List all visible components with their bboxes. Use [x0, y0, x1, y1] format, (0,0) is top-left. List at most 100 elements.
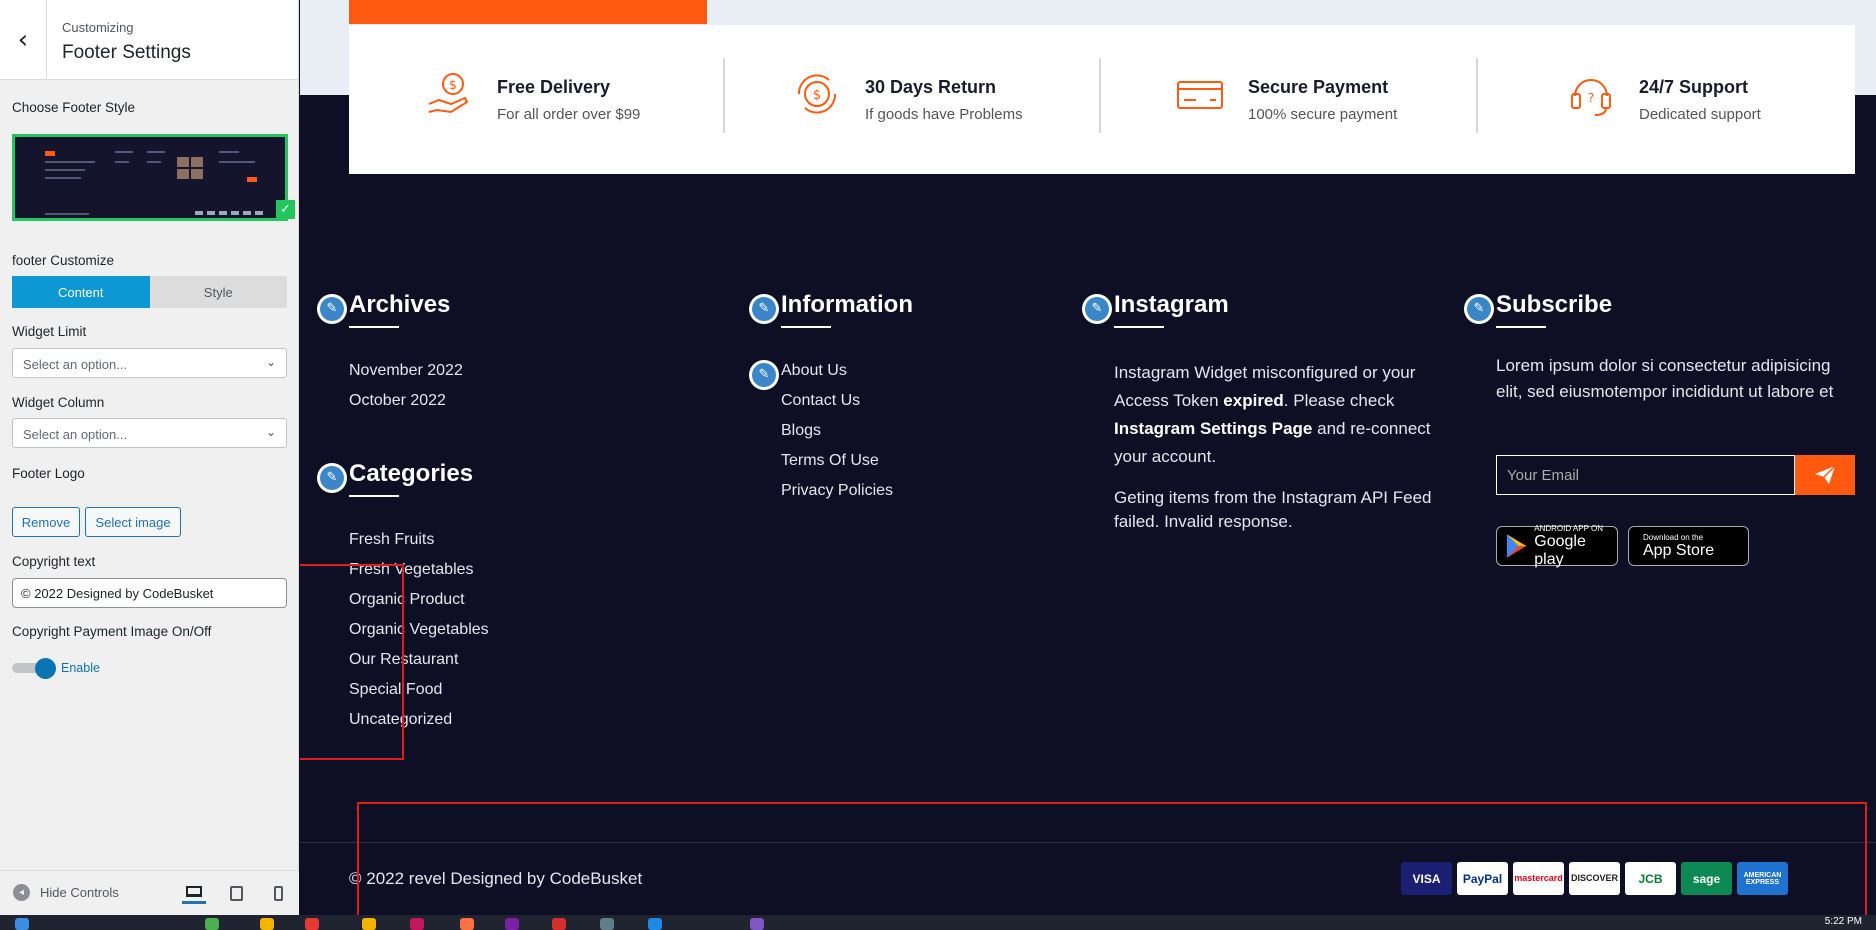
copyright-text-field[interactable]: © 2022 Designed by CodeBusket [12, 578, 287, 608]
customizer-footer: ◂ Hide Controls [0, 870, 299, 915]
copyright-label: Copyright text [12, 554, 96, 569]
edit-shortcut-information[interactable]: ✎ [749, 294, 779, 324]
info-link[interactable]: About Us [781, 362, 847, 380]
edit-shortcut-menu[interactable]: ✎ [749, 360, 779, 390]
instagram-settings-link[interactable]: Instagram Settings Page [1114, 419, 1312, 438]
pencil-icon: ✎ [320, 297, 344, 321]
desktop-preview-button[interactable] [182, 882, 206, 904]
categories-title: Categories [349, 460, 474, 487]
thumb-badge [255, 211, 263, 215]
orange-banner [349, 0, 707, 24]
taskbar-app-icon[interactable] [305, 918, 319, 930]
widget-limit-select[interactable]: Select an option... ⌄ [12, 348, 287, 378]
feature-subtitle: Dedicated support [1639, 106, 1761, 123]
thumb-photo [191, 157, 203, 167]
tablet-preview-button[interactable] [224, 882, 248, 904]
taskbar-app-icon[interactable] [600, 918, 614, 930]
taskbar-app-icon[interactable] [362, 918, 376, 930]
chevron-down-icon: ⌄ [265, 425, 276, 439]
headset-icon: ? [1571, 79, 1611, 116]
google-play-button[interactable]: ANDROID APP ON Google play [1496, 524, 1618, 568]
edit-shortcut-categories[interactable]: ✎ [317, 463, 347, 493]
tab-content[interactable]: Content [12, 276, 150, 308]
tablet-icon [229, 885, 243, 901]
select-image-button[interactable]: Select image [85, 507, 181, 537]
chevron-left-icon: ‹ [17, 25, 29, 55]
customizer-sidebar: ‹ Customizing Footer Settings Choose Foo… [0, 0, 299, 915]
instagram-msg-text: . Please check [1283, 391, 1395, 410]
pencil-icon: ✎ [1467, 297, 1491, 321]
app-store-label: App Store [1643, 541, 1715, 559]
check-icon: ✓ [276, 200, 295, 219]
info-link[interactable]: Blogs [781, 422, 821, 440]
footer-style-thumbnail[interactable] [12, 134, 288, 221]
widget-column-select[interactable]: Select an option... ⌄ [12, 418, 287, 448]
thumb-line [147, 161, 161, 163]
feature-subtitle: For all order over $99 [497, 106, 641, 123]
site-preview: $ Free Delivery For all order over $99 $… [300, 0, 1876, 915]
mobile-preview-button[interactable] [266, 882, 290, 904]
return-cycle-icon: $ [797, 74, 837, 114]
hide-controls-button[interactable]: ◂ Hide Controls [13, 884, 119, 901]
thumb-badge [231, 211, 239, 215]
payment-toggle-label: Copyright Payment Image On/Off [12, 624, 212, 639]
info-link[interactable]: Privacy Policies [781, 482, 893, 500]
thumb-line [45, 213, 89, 215]
footer-customize-label: footer Customize [12, 253, 115, 268]
feature-divider [1099, 58, 1101, 133]
feature-title: 30 Days Return [865, 77, 997, 97]
title-underline [349, 326, 399, 328]
feature-title: 24/7 Support [1639, 77, 1749, 97]
edit-shortcut-subscribe[interactable]: ✎ [1464, 294, 1494, 324]
thumb-badge [207, 211, 215, 215]
highlight-box [300, 564, 404, 760]
thumb-badge [195, 211, 203, 215]
taskbar-app-icon[interactable] [260, 918, 274, 930]
feature-subtitle: 100% secure payment [1248, 106, 1398, 123]
choose-style-label: Choose Footer Style [12, 100, 136, 115]
widget-column-value: Select an option... [23, 427, 128, 442]
app-store-caption: Download on the [1643, 532, 1704, 542]
subscribe-text: Lorem ipsum dolor si consectetur adipisi… [1496, 356, 1834, 401]
instagram-error-message: Instagram Widget misconfigured or your A… [1114, 359, 1454, 471]
info-link[interactable]: Contact Us [781, 392, 860, 410]
info-link[interactable]: Terms Of Use [781, 452, 879, 470]
thumb-photo [177, 169, 189, 179]
title-underline [1496, 326, 1546, 328]
start-icon[interactable] [15, 918, 29, 930]
back-button[interactable]: ‹ [0, 0, 47, 80]
taskbar-app-icon[interactable] [460, 918, 474, 930]
thumb-line [45, 161, 95, 163]
subscribe-send-button[interactable] [1795, 455, 1855, 495]
archive-link[interactable]: November 2022 [349, 362, 463, 380]
pencil-icon: ✎ [752, 297, 776, 321]
feature-divider [723, 58, 725, 133]
svg-text:?: ? [1588, 91, 1594, 105]
remove-button[interactable]: Remove [12, 507, 80, 537]
collapse-icon: ◂ [13, 884, 30, 901]
paper-plane-icon [1815, 465, 1836, 484]
taskbar-app-icon[interactable] [410, 918, 424, 930]
delivery-hand-icon: $ [428, 73, 469, 114]
thumb-line [219, 161, 255, 163]
taskbar-app-icon[interactable] [505, 918, 519, 930]
app-store-button[interactable]: Download on the App Store [1628, 526, 1749, 566]
taskbar-app-icon[interactable] [648, 918, 662, 930]
customize-tabs: Content Style [12, 276, 287, 308]
category-link[interactable]: Fresh Fruits [349, 531, 434, 549]
taskbar-app-icon[interactable] [205, 918, 219, 930]
svg-text:$: $ [449, 78, 457, 92]
breadcrumb: Customizing [62, 20, 134, 35]
thumb-photo [191, 169, 203, 179]
toggle-knob [35, 658, 56, 679]
os-taskbar: 5:22 PM [0, 915, 1876, 930]
edit-shortcut-instagram[interactable]: ✎ [1082, 294, 1112, 324]
taskbar-app-icon[interactable] [552, 918, 566, 930]
payment-image-toggle[interactable] [12, 658, 56, 679]
tab-style[interactable]: Style [149, 276, 287, 308]
email-input[interactable]: Your Email [1496, 455, 1795, 495]
edit-shortcut-archives[interactable]: ✎ [317, 294, 347, 324]
taskbar-app-icon[interactable] [750, 918, 764, 930]
title-underline [1114, 326, 1164, 328]
archive-link[interactable]: October 2022 [349, 392, 446, 410]
